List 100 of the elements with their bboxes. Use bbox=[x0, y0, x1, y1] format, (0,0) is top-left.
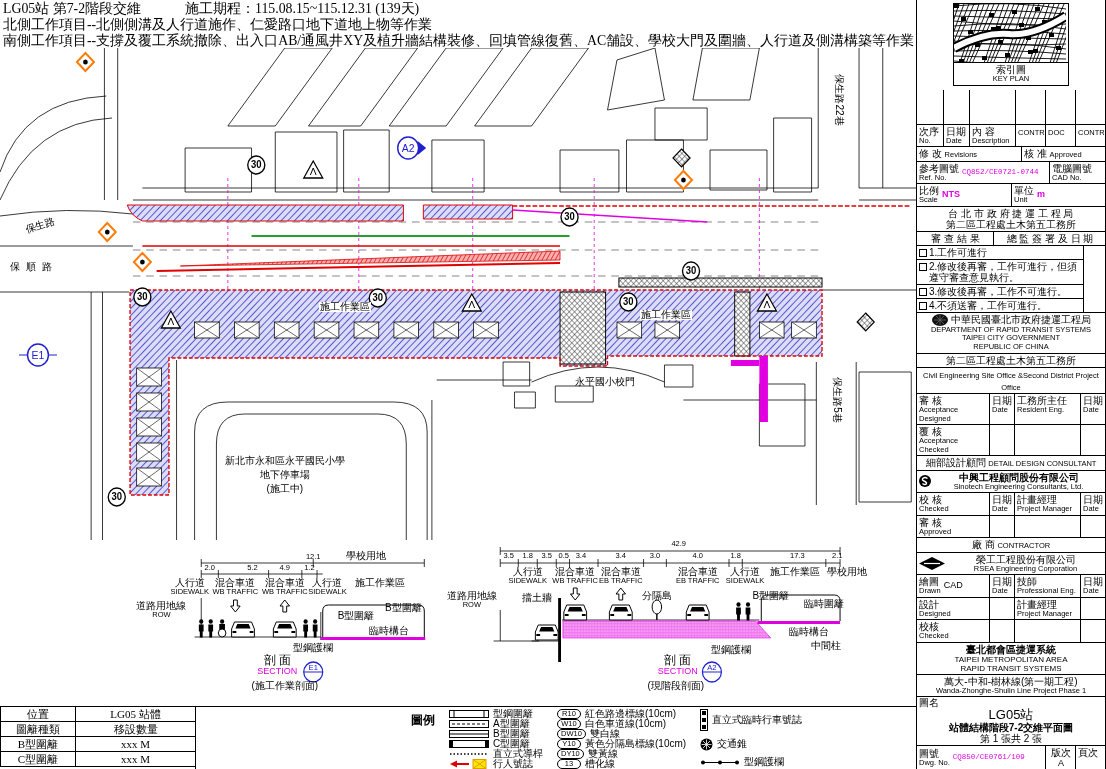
tree-icon bbox=[651, 599, 663, 621]
table-cell: 位置 bbox=[0, 707, 75, 722]
car-icon bbox=[685, 604, 710, 621]
agency-office: 第二區工程處土木第五工務所 bbox=[945, 218, 1077, 230]
legend-title: 圖例 bbox=[411, 713, 435, 727]
drawing-title: 站體結構階段7-2交維平面圖 bbox=[948, 722, 1074, 733]
unit-value: m bbox=[1037, 189, 1045, 201]
diamond-logo-icon bbox=[919, 556, 945, 570]
work-items-text: 北側工作項目--北側側溝及人行道施作、仁愛路口地下道地上物等作業 bbox=[3, 17, 433, 33]
system-name-english: RAPID TRANSIT SYSTEMS bbox=[959, 663, 1063, 673]
review-heading: 審 查 結 果 bbox=[931, 232, 980, 244]
system-name-english: TAIPEI METROPOLITAN AREA bbox=[953, 654, 1069, 664]
up-arrow-icon bbox=[615, 587, 627, 601]
section-label: 擋土牆 bbox=[522, 592, 553, 603]
down-arrow-icon bbox=[570, 587, 581, 601]
section-caption: (施工作業剖面) bbox=[251, 681, 319, 691]
legend-label: B型圍籬 bbox=[493, 729, 530, 739]
fence-symbol-icon bbox=[449, 730, 489, 738]
emblem-icon bbox=[931, 313, 948, 326]
legend-label: 直立式臨時行車號誌 bbox=[712, 715, 803, 725]
covered-pit-marker bbox=[393, 321, 419, 339]
checkered-sign-icon bbox=[856, 312, 876, 332]
speed-limit-sign: 30 bbox=[560, 207, 579, 227]
section-label: 臨時圍籬 bbox=[803, 598, 844, 609]
covered-pit-marker bbox=[313, 321, 340, 339]
speed-limit-sign: 30 bbox=[107, 487, 126, 507]
covered-pit-marker bbox=[136, 467, 162, 487]
car-icon bbox=[231, 621, 255, 638]
section-subtitle: SECTION bbox=[257, 667, 298, 676]
section-label: 型鋼護欄 bbox=[293, 642, 334, 653]
covered-pit-marker bbox=[759, 321, 785, 339]
pedestrian-icon bbox=[736, 602, 741, 621]
pedestrian-signal-icon bbox=[449, 759, 489, 769]
roadwork-sign-icon bbox=[97, 221, 118, 243]
crosshatch-area bbox=[734, 291, 751, 357]
covered-pit-marker bbox=[791, 321, 817, 339]
down-arrow-icon bbox=[230, 599, 241, 613]
field-label: 頁次 bbox=[1078, 747, 1098, 758]
covered-pit-marker bbox=[136, 417, 162, 437]
section-label: 學校用地 bbox=[345, 550, 386, 561]
legend-label: 紅色路邊標線(10cm) bbox=[585, 709, 677, 719]
work-zone-label: 施工作業區 bbox=[318, 302, 371, 312]
covered-pit-marker bbox=[654, 321, 681, 339]
covered-pit-marker bbox=[234, 321, 260, 339]
fence-symbol-icon bbox=[449, 710, 489, 718]
project-name: 萬大-中和-樹林線(第一期工程) bbox=[944, 675, 1078, 687]
site-office-name: 第二區工程處土木第五工務所 bbox=[946, 355, 1076, 366]
road-name: 保生路22巷 bbox=[834, 74, 845, 126]
section-label: 分隔島 bbox=[641, 590, 672, 601]
dotted-line-icon bbox=[449, 752, 489, 756]
work-zone-label: 施工作業區 bbox=[640, 310, 693, 320]
pedestrian-icon bbox=[303, 619, 308, 638]
stage-title: LG05站 第7-2階段交維 bbox=[3, 1, 143, 17]
signoff-value: CAD bbox=[943, 580, 963, 592]
legend-label: 交通錐 bbox=[717, 739, 748, 749]
speed-limit-sign: 30 bbox=[247, 155, 266, 175]
covered-pit-marker bbox=[136, 392, 162, 412]
scooter-rider-icon bbox=[217, 619, 227, 638]
section-caption: (現階段剖面) bbox=[647, 681, 705, 691]
roadwork-sign-icon bbox=[75, 51, 96, 73]
traffic-cone-icon bbox=[700, 737, 714, 751]
fence-symbol-icon bbox=[449, 720, 489, 728]
key-plan-title: 索引圖 bbox=[996, 64, 1026, 75]
scale-value: NTS bbox=[942, 189, 960, 201]
warning-triangle-icon bbox=[461, 292, 483, 312]
department-name: 中華民國臺北市政府捷運工程局 bbox=[950, 314, 1091, 325]
swirl-logo-icon bbox=[919, 475, 931, 488]
work-items-text: 南側工作項目--支撐及覆工系統撤除、出入口AB/通風井XY及植升牆結構裝修、回填管線復舊、AC舗設、學校大門及圍牆、人行道及側溝構築等作業 bbox=[3, 33, 915, 49]
station-name: LG05站 bbox=[988, 708, 1034, 722]
section-label: 學校用地 bbox=[826, 566, 867, 577]
section-label: 臨時構台 bbox=[788, 626, 829, 637]
legend-label: 雙黃線 bbox=[587, 749, 618, 759]
checkered-sign-icon bbox=[672, 148, 691, 168]
roadwork-sign-icon bbox=[132, 251, 153, 273]
section-label: B型圍籬 bbox=[752, 590, 790, 601]
covered-pit-marker bbox=[136, 367, 162, 387]
legend-label: 槽化線 bbox=[585, 759, 615, 769]
car-icon bbox=[608, 604, 633, 621]
table-cell: xxx M bbox=[75, 752, 195, 767]
consultant-name: 中興工程顧問股份有限公司 bbox=[958, 471, 1079, 483]
legend-label: 雙白線 bbox=[589, 729, 620, 739]
section-label: B型圍籬 bbox=[385, 602, 422, 613]
legend-label: 直立式導桿 bbox=[493, 749, 543, 759]
road-name: 保順路 bbox=[10, 262, 59, 272]
sheet-number: 第 1 張共 2 張 bbox=[979, 733, 1043, 744]
speed-limit-sign: 30 bbox=[133, 287, 152, 307]
table-cell: xxx M bbox=[75, 737, 195, 752]
section-label: 中間柱 bbox=[810, 640, 841, 651]
legend-label: 白色車道線(10cm) bbox=[585, 719, 667, 729]
warning-triangle-icon bbox=[302, 159, 324, 179]
section-label: 施工作業區 bbox=[770, 566, 821, 577]
pedestrian-icon bbox=[198, 619, 204, 638]
car-icon bbox=[272, 621, 297, 638]
section-label: B型圍籬 bbox=[337, 610, 375, 621]
fence-symbol-icon bbox=[449, 740, 489, 748]
section-label: 臨時構台 bbox=[369, 625, 410, 636]
warning-triangle-icon bbox=[756, 292, 778, 312]
schedule-text: 施工期程：115.08.15~115.12.31 (139天) bbox=[185, 1, 420, 16]
road-name: 保生路5巷 bbox=[832, 377, 843, 423]
car-icon bbox=[563, 604, 588, 621]
